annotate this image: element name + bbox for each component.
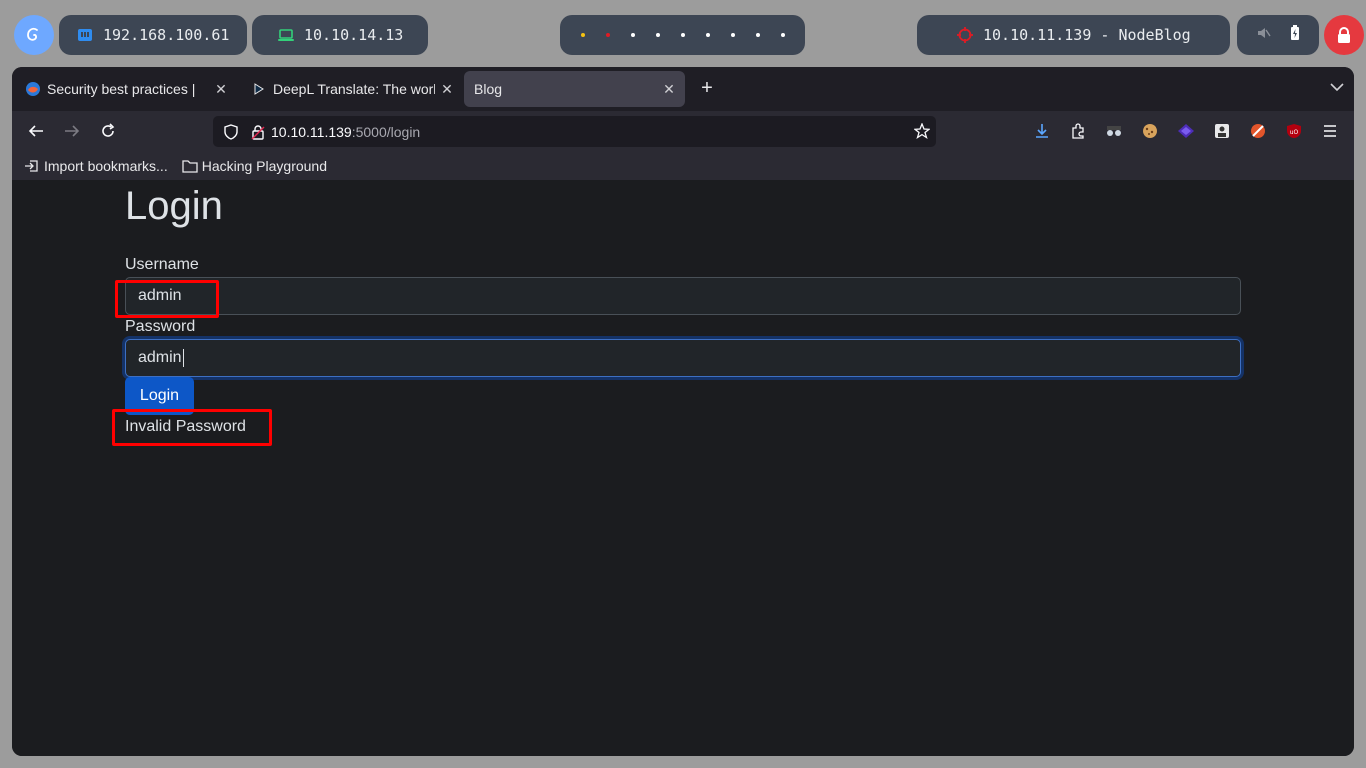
bookmark-import[interactable]: Import bookmarks... <box>24 158 168 174</box>
workspace-switcher[interactable] <box>560 15 805 55</box>
target-widget[interactable]: 10.10.11.139 - NodeBlog <box>917 15 1230 55</box>
workspace-dot[interactable] <box>730 33 735 37</box>
status-widget[interactable] <box>1237 15 1319 55</box>
laptop-icon <box>278 28 294 42</box>
password-value: admin <box>138 349 182 366</box>
address-bar[interactable]: 10.10.11.139:5000/login <box>213 116 936 147</box>
page-title: Login <box>125 184 223 228</box>
import-icon <box>25 159 38 172</box>
extensions-puzzle-icon[interactable] <box>1068 121 1088 141</box>
username-input[interactable]: admin <box>125 277 1241 315</box>
tab-deepl[interactable]: DeepL Translate: The world ✕ <box>241 71 463 107</box>
chevron-down-icon[interactable] <box>1330 79 1344 97</box>
browser-window: Security best practices | ✕ DeepL Transl… <box>12 67 1354 756</box>
arrow-right-icon <box>65 125 80 137</box>
url-path: :5000/login <box>351 123 421 140</box>
bookmark-label: Import bookmarks... <box>44 157 168 174</box>
password-input[interactable]: admin <box>125 339 1241 377</box>
svg-text:uO: uO <box>1290 129 1299 136</box>
shield-icon[interactable] <box>223 123 239 140</box>
user-agent-switcher-icon[interactable] <box>1212 121 1232 141</box>
close-tab-icon[interactable]: ✕ <box>657 81 681 98</box>
workspace-dot[interactable] <box>605 33 610 37</box>
cookie-extension-icon[interactable] <box>1140 121 1160 141</box>
workspace-dot[interactable] <box>580 33 585 37</box>
bookmarks-toolbar: Import bookmarks... Hacking Playground <box>12 151 1354 180</box>
target-text: 10.10.11.139 - NodeBlog <box>983 26 1191 44</box>
close-tab-icon[interactable]: ✕ <box>209 81 233 98</box>
username-label: Username <box>125 256 199 273</box>
local-ip-widget[interactable]: 192.168.100.61 <box>59 15 247 55</box>
url-host: 10.10.11.139 <box>271 123 352 140</box>
folder-icon <box>182 159 198 173</box>
annotation-highlight-username <box>115 280 219 318</box>
workspace-dot[interactable] <box>655 33 660 37</box>
page-content: Login Username admin Password admin Logi… <box>12 180 1354 756</box>
tab-security-best-practices[interactable]: Security best practices | ✕ <box>15 71 237 107</box>
vpn-ip-text: 10.10.14.13 <box>304 26 404 44</box>
reload-button[interactable] <box>96 119 120 143</box>
vpn-ip-widget[interactable]: 10.10.14.13 <box>252 15 428 55</box>
local-ip-text: 192.168.100.61 <box>103 26 230 44</box>
forward-button[interactable] <box>60 119 84 143</box>
insecure-lock-icon[interactable] <box>251 124 265 140</box>
hack-tools-extension-icon[interactable] <box>1248 121 1268 141</box>
battery-icon <box>1290 25 1300 45</box>
deepl-icon <box>251 81 267 97</box>
text-cursor <box>182 349 184 367</box>
annotation-highlight-error <box>112 409 272 446</box>
download-icon[interactable] <box>1032 121 1052 141</box>
workspace-dot[interactable] <box>780 33 785 37</box>
bookmark-folder-hacking-playground[interactable]: Hacking Playground <box>182 158 327 174</box>
tab-title: DeepL Translate: The world <box>273 81 435 97</box>
lock-icon <box>1338 27 1350 43</box>
bookmark-label: Hacking Playground <box>201 157 327 174</box>
password-label: Password <box>125 318 196 335</box>
reload-icon <box>102 123 115 137</box>
firefox-globe-icon <box>25 81 41 97</box>
network-card-icon <box>77 27 93 43</box>
workspace-dot[interactable] <box>680 33 685 37</box>
tab-title: Blog <box>474 81 503 97</box>
speaker-muted-icon[interactable] <box>1257 26 1271 44</box>
close-tab-icon[interactable]: ✕ <box>435 81 459 98</box>
new-tab-button[interactable]: + <box>695 77 719 101</box>
workspace-dot[interactable] <box>705 33 710 37</box>
star-icon[interactable] <box>914 123 930 139</box>
debian-swirl-icon <box>27 27 38 41</box>
workspace-dot[interactable] <box>630 33 635 37</box>
workspace-dot[interactable] <box>755 33 760 37</box>
os-menu-button[interactable] <box>14 15 54 55</box>
tab-blog[interactable]: Blog ✕ <box>464 71 685 107</box>
ublock-origin-icon[interactable]: uO <box>1284 121 1304 141</box>
spy-glasses-extension-icon[interactable] <box>1104 121 1124 141</box>
back-button[interactable] <box>24 119 48 143</box>
crosshair-icon <box>957 27 973 43</box>
lock-screen-button[interactable] <box>1324 15 1364 55</box>
tab-bar: Security best practices | ✕ DeepL Transl… <box>12 67 1354 111</box>
hamburger-menu-icon[interactable] <box>1320 121 1340 141</box>
arrow-left-icon <box>28 125 43 137</box>
tab-title: Security best practices | <box>47 81 196 97</box>
wappalyzer-extension-icon[interactable] <box>1176 121 1196 141</box>
navigation-toolbar: 10.10.11.139:5000/login uO <box>12 111 1354 151</box>
